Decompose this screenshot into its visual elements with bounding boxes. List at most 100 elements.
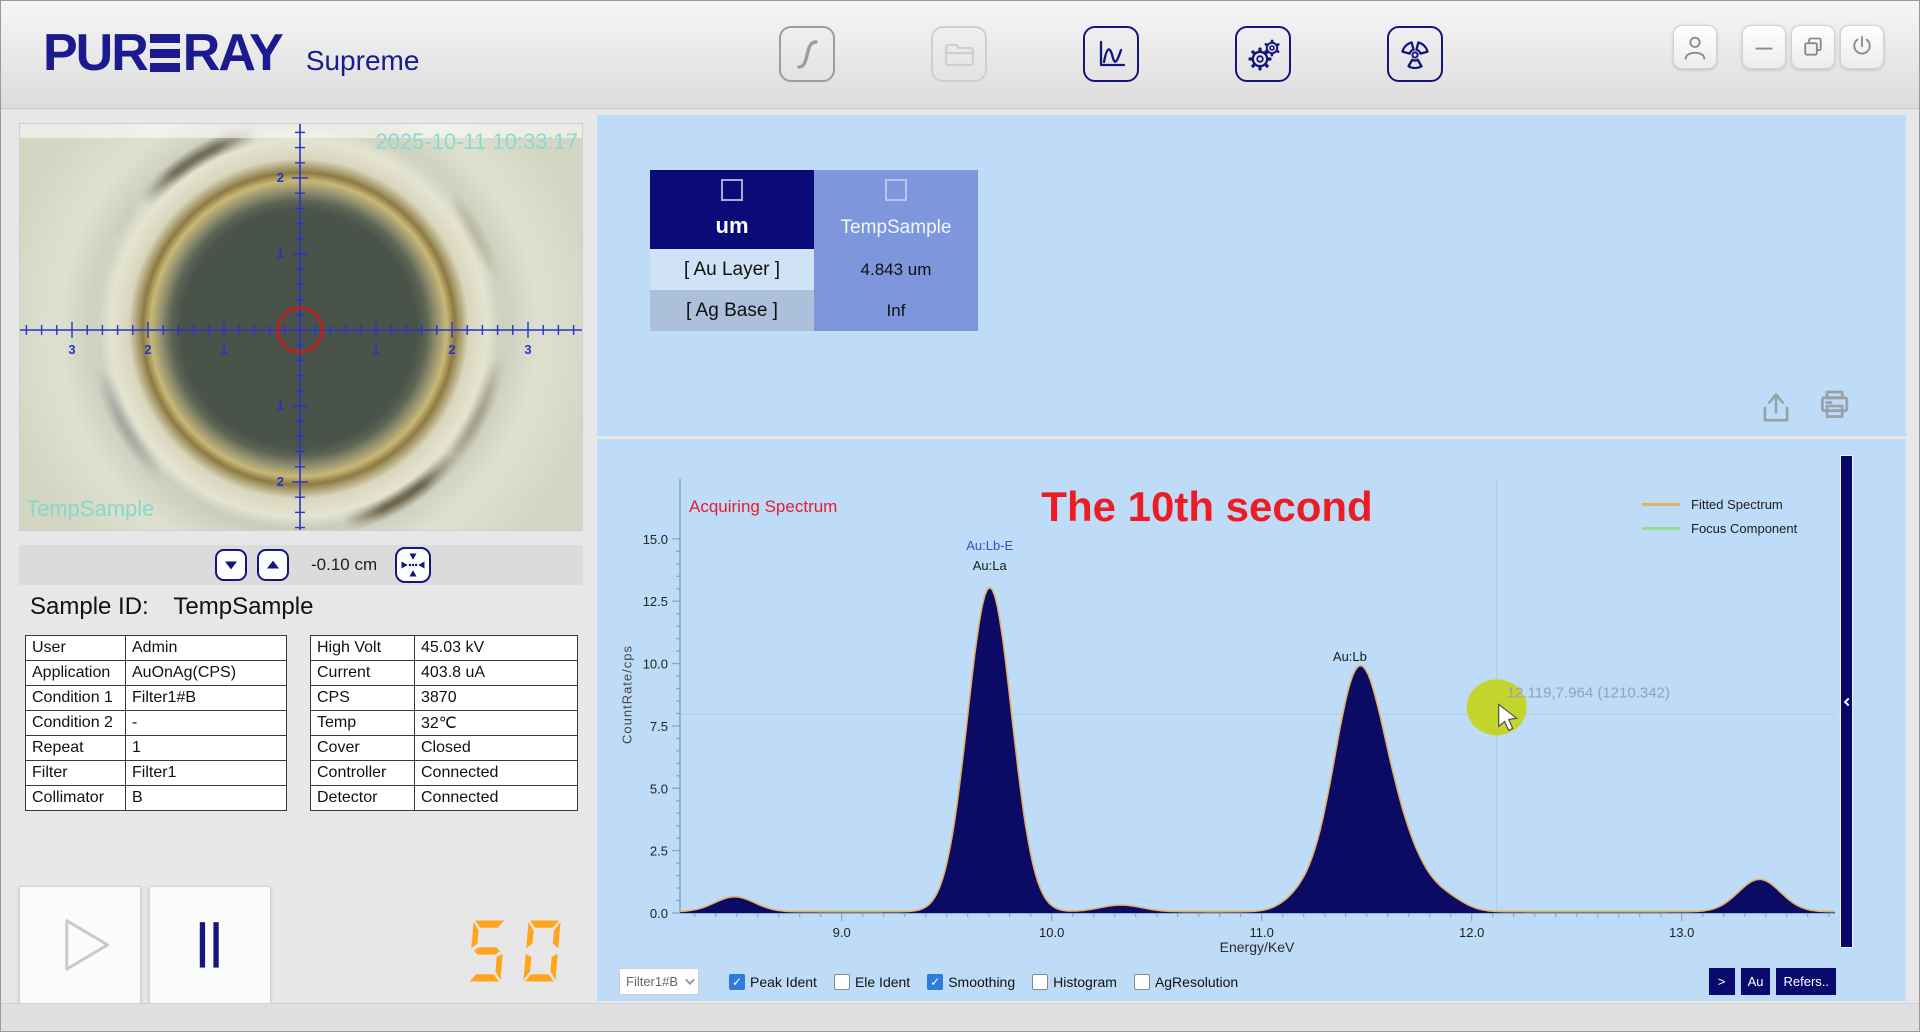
focus-component-swatch xyxy=(1642,527,1680,530)
condition-dropdown[interactable]: Filter1#B xyxy=(619,968,699,995)
checkbox-agresolution-label: AgResolution xyxy=(1155,974,1238,990)
legend-item: Focus Component xyxy=(1642,521,1797,536)
status-key: Controller xyxy=(311,761,415,786)
status-key: Current xyxy=(311,661,415,686)
y-tick-label: 7.5 xyxy=(650,719,668,734)
chart-side-scrollbar[interactable] xyxy=(1840,455,1853,948)
peak-label: Au:Lb xyxy=(1333,649,1367,664)
checkbox-smoothing-box[interactable]: ✓ xyxy=(927,974,943,990)
y-tick-label: 2.5 xyxy=(650,844,668,859)
play-button[interactable] xyxy=(19,886,141,1005)
layer-value-cell: 4.843 um xyxy=(814,249,978,290)
fitted-spectrum-line xyxy=(680,588,1834,912)
info-value: Filter1#B xyxy=(126,686,287,711)
checkbox-peak-ident-box[interactable]: ✓ xyxy=(729,974,745,990)
sample-id-value: TempSample xyxy=(173,593,313,620)
checkbox-ele-ident-box[interactable] xyxy=(834,974,850,990)
info-value: 1 xyxy=(126,736,287,761)
x-tick-label: 13.0 xyxy=(1669,925,1694,940)
export-button[interactable] xyxy=(1755,387,1797,429)
arrow-up-icon xyxy=(260,552,286,578)
info-key: Application xyxy=(26,661,126,686)
results-sample-header: TempSample xyxy=(814,170,978,249)
layer-name-cell: [ Ag Base ] xyxy=(650,290,814,331)
cursor-tooltip: 12.119,7.964 (1210.342) xyxy=(1507,684,1670,701)
brand-prefix: PUR xyxy=(43,23,147,83)
checkbox-histogram[interactable]: Histogram xyxy=(1032,974,1117,990)
checkbox-peak-ident-label: Peak Ident xyxy=(750,974,817,990)
gears-icon xyxy=(1241,32,1285,76)
xray-source-button[interactable] xyxy=(1387,26,1443,82)
peak-label: Au:Lb-E xyxy=(966,538,1013,553)
sigmoid-curve-button[interactable] xyxy=(779,26,835,82)
svg-text:3: 3 xyxy=(68,342,75,357)
info-row: ApplicationAuOnAg(CPS) xyxy=(26,661,287,686)
results-sample-label: TempSample xyxy=(841,217,952,239)
radiation-icon xyxy=(1393,32,1437,76)
condition-dropdown-value: Filter1#B xyxy=(626,974,685,989)
timer-digit xyxy=(516,919,568,983)
camera-view[interactable]: 1122331122 2025-10-11 10:33:17 TempSampl… xyxy=(19,123,583,531)
stage-down-button[interactable] xyxy=(215,549,247,581)
header-bar: PUR RAY Supreme xyxy=(1,1,1920,109)
results-sample-checkbox[interactable] xyxy=(885,179,907,201)
instrument-status-table: High Volt45.03 kVCurrent403.8 uACPS3870T… xyxy=(310,635,578,811)
svg-text:2: 2 xyxy=(144,342,151,357)
info-row: Condition 2- xyxy=(26,711,287,736)
y-tick-label: 12.5 xyxy=(643,594,668,609)
main-toolbar xyxy=(779,26,1443,82)
power-icon xyxy=(1845,30,1879,64)
checkbox-agresolution[interactable]: AgResolution xyxy=(1134,974,1238,990)
restore-button[interactable] xyxy=(1791,25,1835,69)
info-row: Repeat1 xyxy=(26,736,287,761)
status-key: Detector xyxy=(311,786,415,811)
status-row: Current403.8 uA xyxy=(311,661,578,686)
status-key: High Volt xyxy=(311,636,415,661)
checkbox-peak-ident[interactable]: ✓ Peak Ident xyxy=(729,974,817,990)
arrow-down-icon xyxy=(218,552,244,578)
printer-icon xyxy=(1813,385,1855,427)
settings-button[interactable] xyxy=(1235,26,1291,82)
status-row: CPS3870 xyxy=(311,686,578,711)
open-folder-button[interactable] xyxy=(931,26,987,82)
results-table: um TempSample[ Au Layer ] 4.843 um[ Ag B… xyxy=(650,170,978,331)
stage-up-button[interactable] xyxy=(257,549,289,581)
stage-center-button[interactable] xyxy=(395,547,431,583)
pause-button[interactable] xyxy=(149,886,271,1005)
checkbox-smoothing-label: Smoothing xyxy=(948,974,1015,990)
footer-strip xyxy=(1,1003,1920,1031)
info-key: Repeat xyxy=(26,736,126,761)
checkbox-ele-ident[interactable]: Ele Ident xyxy=(834,974,910,990)
info-row: CollimatorB xyxy=(26,786,287,811)
stage-controls: -0.10 cm xyxy=(19,545,583,585)
checkbox-agresolution-box[interactable] xyxy=(1134,974,1150,990)
sigmoid-icon xyxy=(785,32,829,76)
minimize-button[interactable] xyxy=(1742,25,1786,69)
checkbox-smoothing[interactable]: ✓ Smoothing xyxy=(927,974,1015,990)
peak-label: Au:La xyxy=(973,558,1008,573)
element-au-button[interactable]: Au xyxy=(1741,968,1771,995)
spectrum-view-button[interactable] xyxy=(1083,26,1139,82)
spectrum-area xyxy=(680,588,1835,914)
checkbox-histogram-box[interactable] xyxy=(1032,974,1048,990)
results-unit-checkbox[interactable] xyxy=(721,179,743,201)
user-button[interactable] xyxy=(1673,25,1717,69)
info-row: UserAdmin xyxy=(26,636,287,661)
next-element-button[interactable]: > xyxy=(1709,968,1735,995)
checkbox-ele-ident-label: Ele Ident xyxy=(855,974,910,990)
results-unit-label: um xyxy=(716,213,749,239)
acquiring-status: Acquiring Spectrum xyxy=(689,497,837,517)
status-value: 3870 xyxy=(415,686,578,711)
element-nav-buttons: >AuRefers.. xyxy=(1709,968,1836,995)
print-button[interactable] xyxy=(1813,385,1855,427)
app-window: PUR RAY Supreme xyxy=(0,0,1920,1032)
references-button[interactable]: Refers.. xyxy=(1776,968,1836,995)
status-value: Connected xyxy=(415,761,578,786)
sample-id-label: Sample ID: xyxy=(30,593,149,620)
power-button[interactable] xyxy=(1840,25,1884,69)
info-value: Admin xyxy=(126,636,287,661)
info-row: FilterFilter1 xyxy=(26,761,287,786)
camera-timestamp: 2025-10-11 10:33:17 xyxy=(375,129,578,155)
chart-legend: Fitted Spectrum Focus Component xyxy=(1642,497,1797,545)
info-row: Condition 1Filter1#B xyxy=(26,686,287,711)
